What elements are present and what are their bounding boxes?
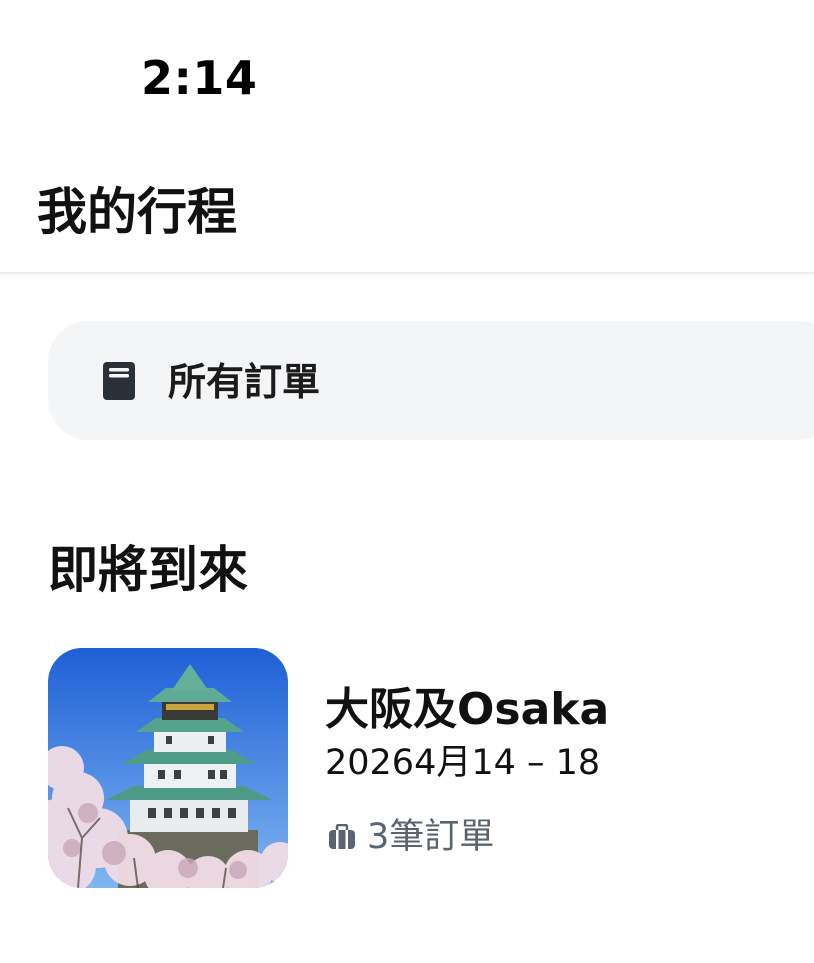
trips-screen: 2:14 我的行程 所有訂單 即將到來 大阪及Osaka 20264月14 – … xyxy=(0,0,814,963)
trip-name: 大阪及Osaka xyxy=(325,684,610,735)
page-header: 我的行程 xyxy=(0,130,814,274)
status-bar: 2:14 xyxy=(0,0,814,130)
trip-dates: 20264月14 – 18 xyxy=(325,743,601,783)
trip-card[interactable]: 大阪及Osaka 20264月14 – 18 3筆訂單 xyxy=(48,648,814,888)
upcoming-section-title: 即將到來 xyxy=(48,541,248,599)
all-orders-button[interactable]: 所有訂單 xyxy=(48,321,814,440)
briefcase-icon xyxy=(328,823,356,850)
all-orders-label: 所有訂單 xyxy=(168,360,321,404)
page-title: 我的行程 xyxy=(37,183,237,241)
trip-orders-count: 3筆訂單 xyxy=(367,817,495,857)
trip-thumbnail-image xyxy=(48,648,288,888)
status-time: 2:14 xyxy=(141,51,258,105)
book-icon xyxy=(103,362,135,400)
